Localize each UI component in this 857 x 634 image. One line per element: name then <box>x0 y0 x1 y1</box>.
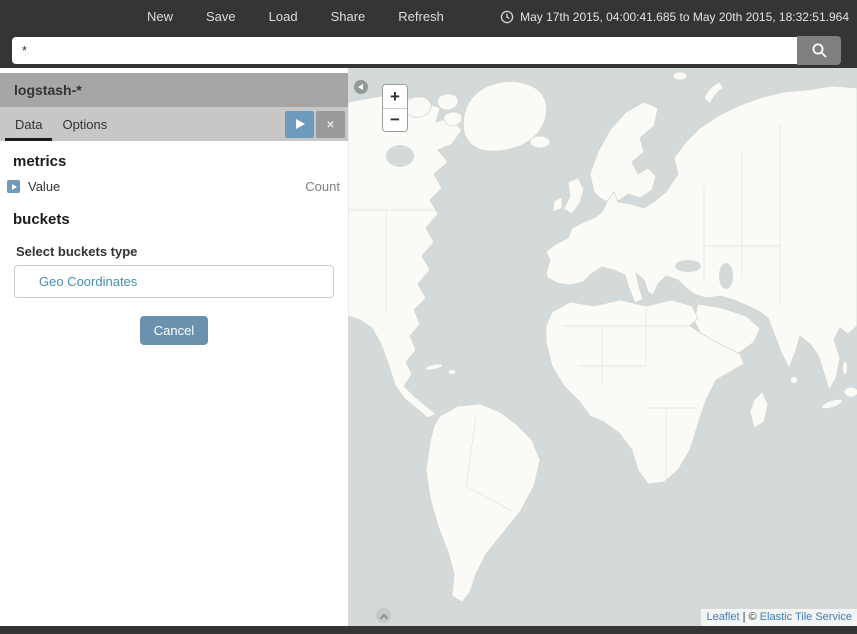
editor-tabs-bar: Data Options × <box>0 107 348 141</box>
nav-item-share[interactable]: Share <box>331 9 366 24</box>
nav-item-save[interactable]: Save <box>206 9 236 24</box>
zoom-out-button[interactable]: − <box>383 108 407 131</box>
world-map-tiles <box>348 68 857 626</box>
index-pattern-header: logstash-* <box>0 73 348 107</box>
nav-item-new[interactable]: New <box>147 9 173 24</box>
cancel-button[interactable]: Cancel <box>140 316 208 345</box>
tab-options-label: Options <box>62 117 107 132</box>
close-icon: × <box>326 116 334 132</box>
tile-map-canvas[interactable]: + − Leaflet | © Elastic Tile Service <box>348 68 857 626</box>
chevron-right-icon <box>12 184 17 190</box>
bucket-type-list: Geo Coordinates <box>14 265 334 298</box>
metric-aggregation: Count <box>305 179 340 194</box>
metric-label: Value <box>28 179 60 194</box>
map-zoom-control: + − <box>382 84 408 132</box>
leaflet-link[interactable]: Leaflet <box>707 611 740 623</box>
nav-item-refresh[interactable]: Refresh <box>398 9 444 24</box>
spy-panel-bar[interactable] <box>0 626 857 634</box>
index-pattern-label: logstash-* <box>14 82 82 98</box>
chevron-up-icon <box>379 613 387 621</box>
bucket-type-geo-coordinates[interactable]: Geo Coordinates <box>15 274 333 289</box>
kibana-visualize-app: New Save Load Share Refresh May 17th 201… <box>0 0 857 634</box>
apply-changes-button[interactable] <box>285 111 314 138</box>
map-attribution: Leaflet | © Elastic Tile Service <box>701 609 857 626</box>
attribution-separator: | © <box>740 611 760 623</box>
navbar-menu: New Save Load Share Refresh <box>147 9 444 24</box>
search-icon <box>811 42 828 59</box>
discard-changes-button[interactable]: × <box>316 111 345 138</box>
expand-metric-toggle[interactable] <box>7 180 20 193</box>
search-input[interactable] <box>12 37 797 64</box>
time-range-text: May 17th 2015, 04:00:41.685 to May 20th … <box>520 10 849 24</box>
play-icon <box>296 119 305 129</box>
nav-item-load[interactable]: Load <box>269 9 298 24</box>
vis-editor-sidebar: logstash-* Data Options × metrics <box>0 68 348 626</box>
metric-row-value[interactable]: Value Count <box>0 174 348 199</box>
chevron-left-icon <box>358 84 363 90</box>
search-button[interactable] <box>797 36 841 65</box>
tab-data-label: Data <box>15 117 42 132</box>
top-navbar: New Save Load Share Refresh May 17th 201… <box>0 0 857 33</box>
elastic-tile-service-link[interactable]: Elastic Tile Service <box>760 611 852 623</box>
sidebar-collapse-toggle[interactable] <box>354 80 368 94</box>
tab-data[interactable]: Data <box>5 107 52 141</box>
query-bar <box>0 33 857 68</box>
clock-icon <box>500 10 514 24</box>
tab-options[interactable]: Options <box>52 107 117 141</box>
editor-actions: × <box>285 107 348 141</box>
zoom-in-button[interactable]: + <box>383 85 407 108</box>
time-range-picker[interactable]: May 17th 2015, 04:00:41.685 to May 20th … <box>500 10 849 24</box>
spy-panel-toggle[interactable] <box>376 608 391 623</box>
select-buckets-type-label: Select buckets type <box>16 244 332 259</box>
buckets-heading: buckets <box>13 211 348 228</box>
metrics-heading: metrics <box>13 153 348 170</box>
